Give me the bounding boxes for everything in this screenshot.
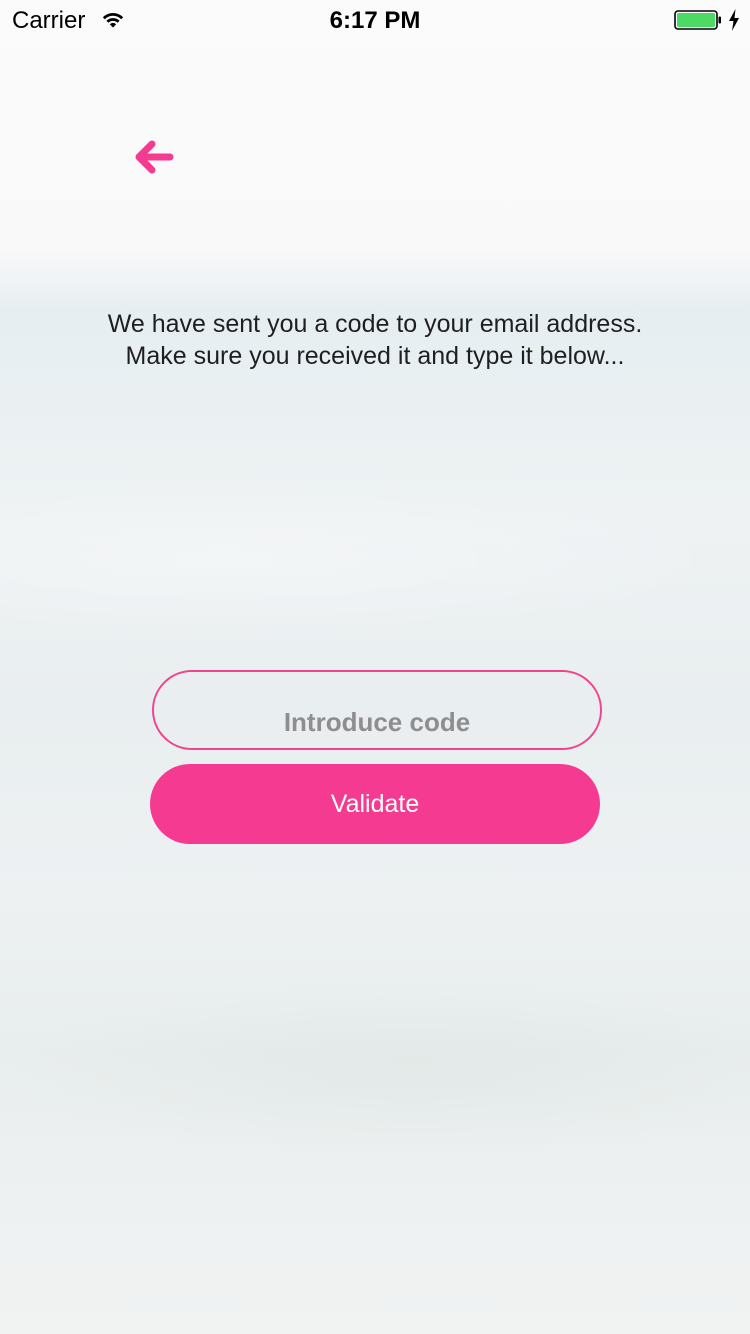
battery-icon xyxy=(674,10,722,30)
instruction-message: We have sent you a code to your email ad… xyxy=(107,310,643,370)
status-bar: Carrier 6:17 PM xyxy=(0,0,750,40)
clock-time: 6:17 PM xyxy=(329,7,421,34)
charging-bolt-icon xyxy=(728,9,740,31)
code-input-container xyxy=(152,670,602,750)
back-button[interactable] xyxy=(130,135,176,179)
background-haze xyxy=(0,980,750,1160)
validate-button[interactable]: Validate xyxy=(150,764,600,844)
back-arrow-icon xyxy=(135,140,174,174)
code-input[interactable] xyxy=(152,670,602,750)
background-haze xyxy=(0,480,750,640)
